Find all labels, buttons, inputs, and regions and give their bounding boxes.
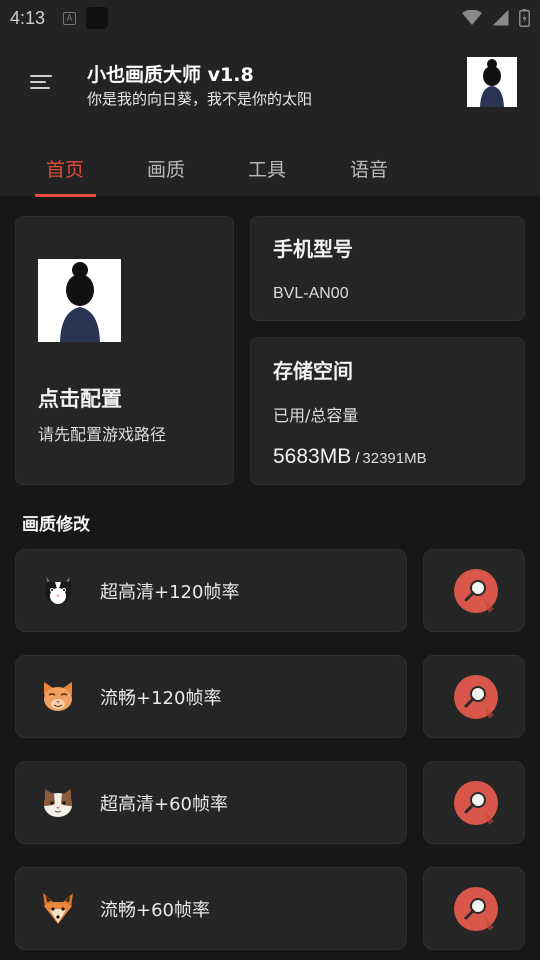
tab-tools[interactable]: 工具 — [248, 155, 286, 182]
quality-option-label: 超高清+120帧率 — [100, 582, 240, 603]
a-notification-icon: A — [63, 11, 77, 25]
config-card[interactable]: 点击配置 请先配置游戏路径 — [15, 216, 234, 485]
app-header: 小也画质大师 v1.8 你是我的向日葵，我不是你的太阳 首页 画质 工具 语音 — [0, 36, 540, 197]
storage-title: 存储空间 — [273, 359, 353, 383]
avatar[interactable] — [467, 57, 517, 107]
tab-voice[interactable]: 语音 — [350, 155, 388, 182]
magnifier-icon — [464, 898, 494, 931]
tab-quality[interactable]: 画质 — [147, 155, 185, 182]
app-notification-icon — [86, 7, 109, 29]
app-title: 小也画质大师 v1.8 — [87, 64, 254, 86]
menu-icon[interactable] — [30, 70, 56, 94]
tab-bar: 首页 画质 工具 语音 — [0, 148, 540, 197]
config-avatar — [38, 259, 121, 342]
quality-option-row[interactable]: 超高清+60帧率 — [15, 761, 407, 844]
apply-option-button[interactable] — [423, 761, 525, 844]
orange-cat-icon — [44, 682, 72, 711]
tab-indicator — [35, 194, 96, 197]
app-subtitle: 你是我的向日葵，我不是你的太阳 — [87, 90, 313, 108]
quality-option-row[interactable]: 超高清+120帧率 — [15, 549, 407, 632]
signal-icon — [492, 10, 509, 26]
storage-label: 已用/总容量 — [273, 406, 359, 425]
apply-option-button[interactable] — [423, 655, 525, 738]
quality-option-label: 超高清+60帧率 — [100, 794, 228, 815]
magnifier-icon — [464, 686, 494, 719]
magnifier-icon — [464, 792, 494, 825]
storage-total: 32391MB — [362, 450, 427, 467]
brown-white-cat-icon — [44, 789, 72, 817]
phone-model-title: 手机型号 — [273, 237, 353, 261]
black-white-cat-icon — [45, 576, 71, 604]
phone-model-value: BVL-AN00 — [273, 285, 349, 302]
quality-option-label: 流畅+60帧率 — [100, 900, 210, 921]
quality-section-title: 画质修改 — [22, 515, 90, 535]
status-bar: 4:13 A — [0, 0, 540, 36]
magnifier-icon — [464, 580, 494, 613]
quality-option-label: 流畅+120帧率 — [100, 688, 222, 709]
fox-icon — [43, 893, 73, 924]
quality-option-row[interactable]: 流畅+120帧率 — [15, 655, 407, 738]
apply-option-button[interactable] — [423, 867, 525, 950]
status-time: 4:13 — [10, 7, 46, 28]
storage-used: 5683MB — [273, 445, 352, 468]
apply-option-button[interactable] — [423, 549, 525, 632]
config-title: 点击配置 — [38, 387, 122, 411]
wifi-icon — [462, 10, 482, 25]
battery-icon — [519, 9, 530, 27]
storage-values: 5683MB/32391MB — [273, 445, 427, 469]
quality-option-row[interactable]: 流畅+60帧率 — [15, 867, 407, 950]
storage-separator: / — [355, 450, 360, 467]
storage-card: 存储空间 已用/总容量 5683MB/32391MB — [250, 337, 525, 485]
config-subtitle: 请先配置游戏路径 — [38, 425, 167, 444]
phone-model-card: 手机型号 BVL-AN00 — [250, 216, 525, 321]
tab-home[interactable]: 首页 — [46, 155, 84, 182]
